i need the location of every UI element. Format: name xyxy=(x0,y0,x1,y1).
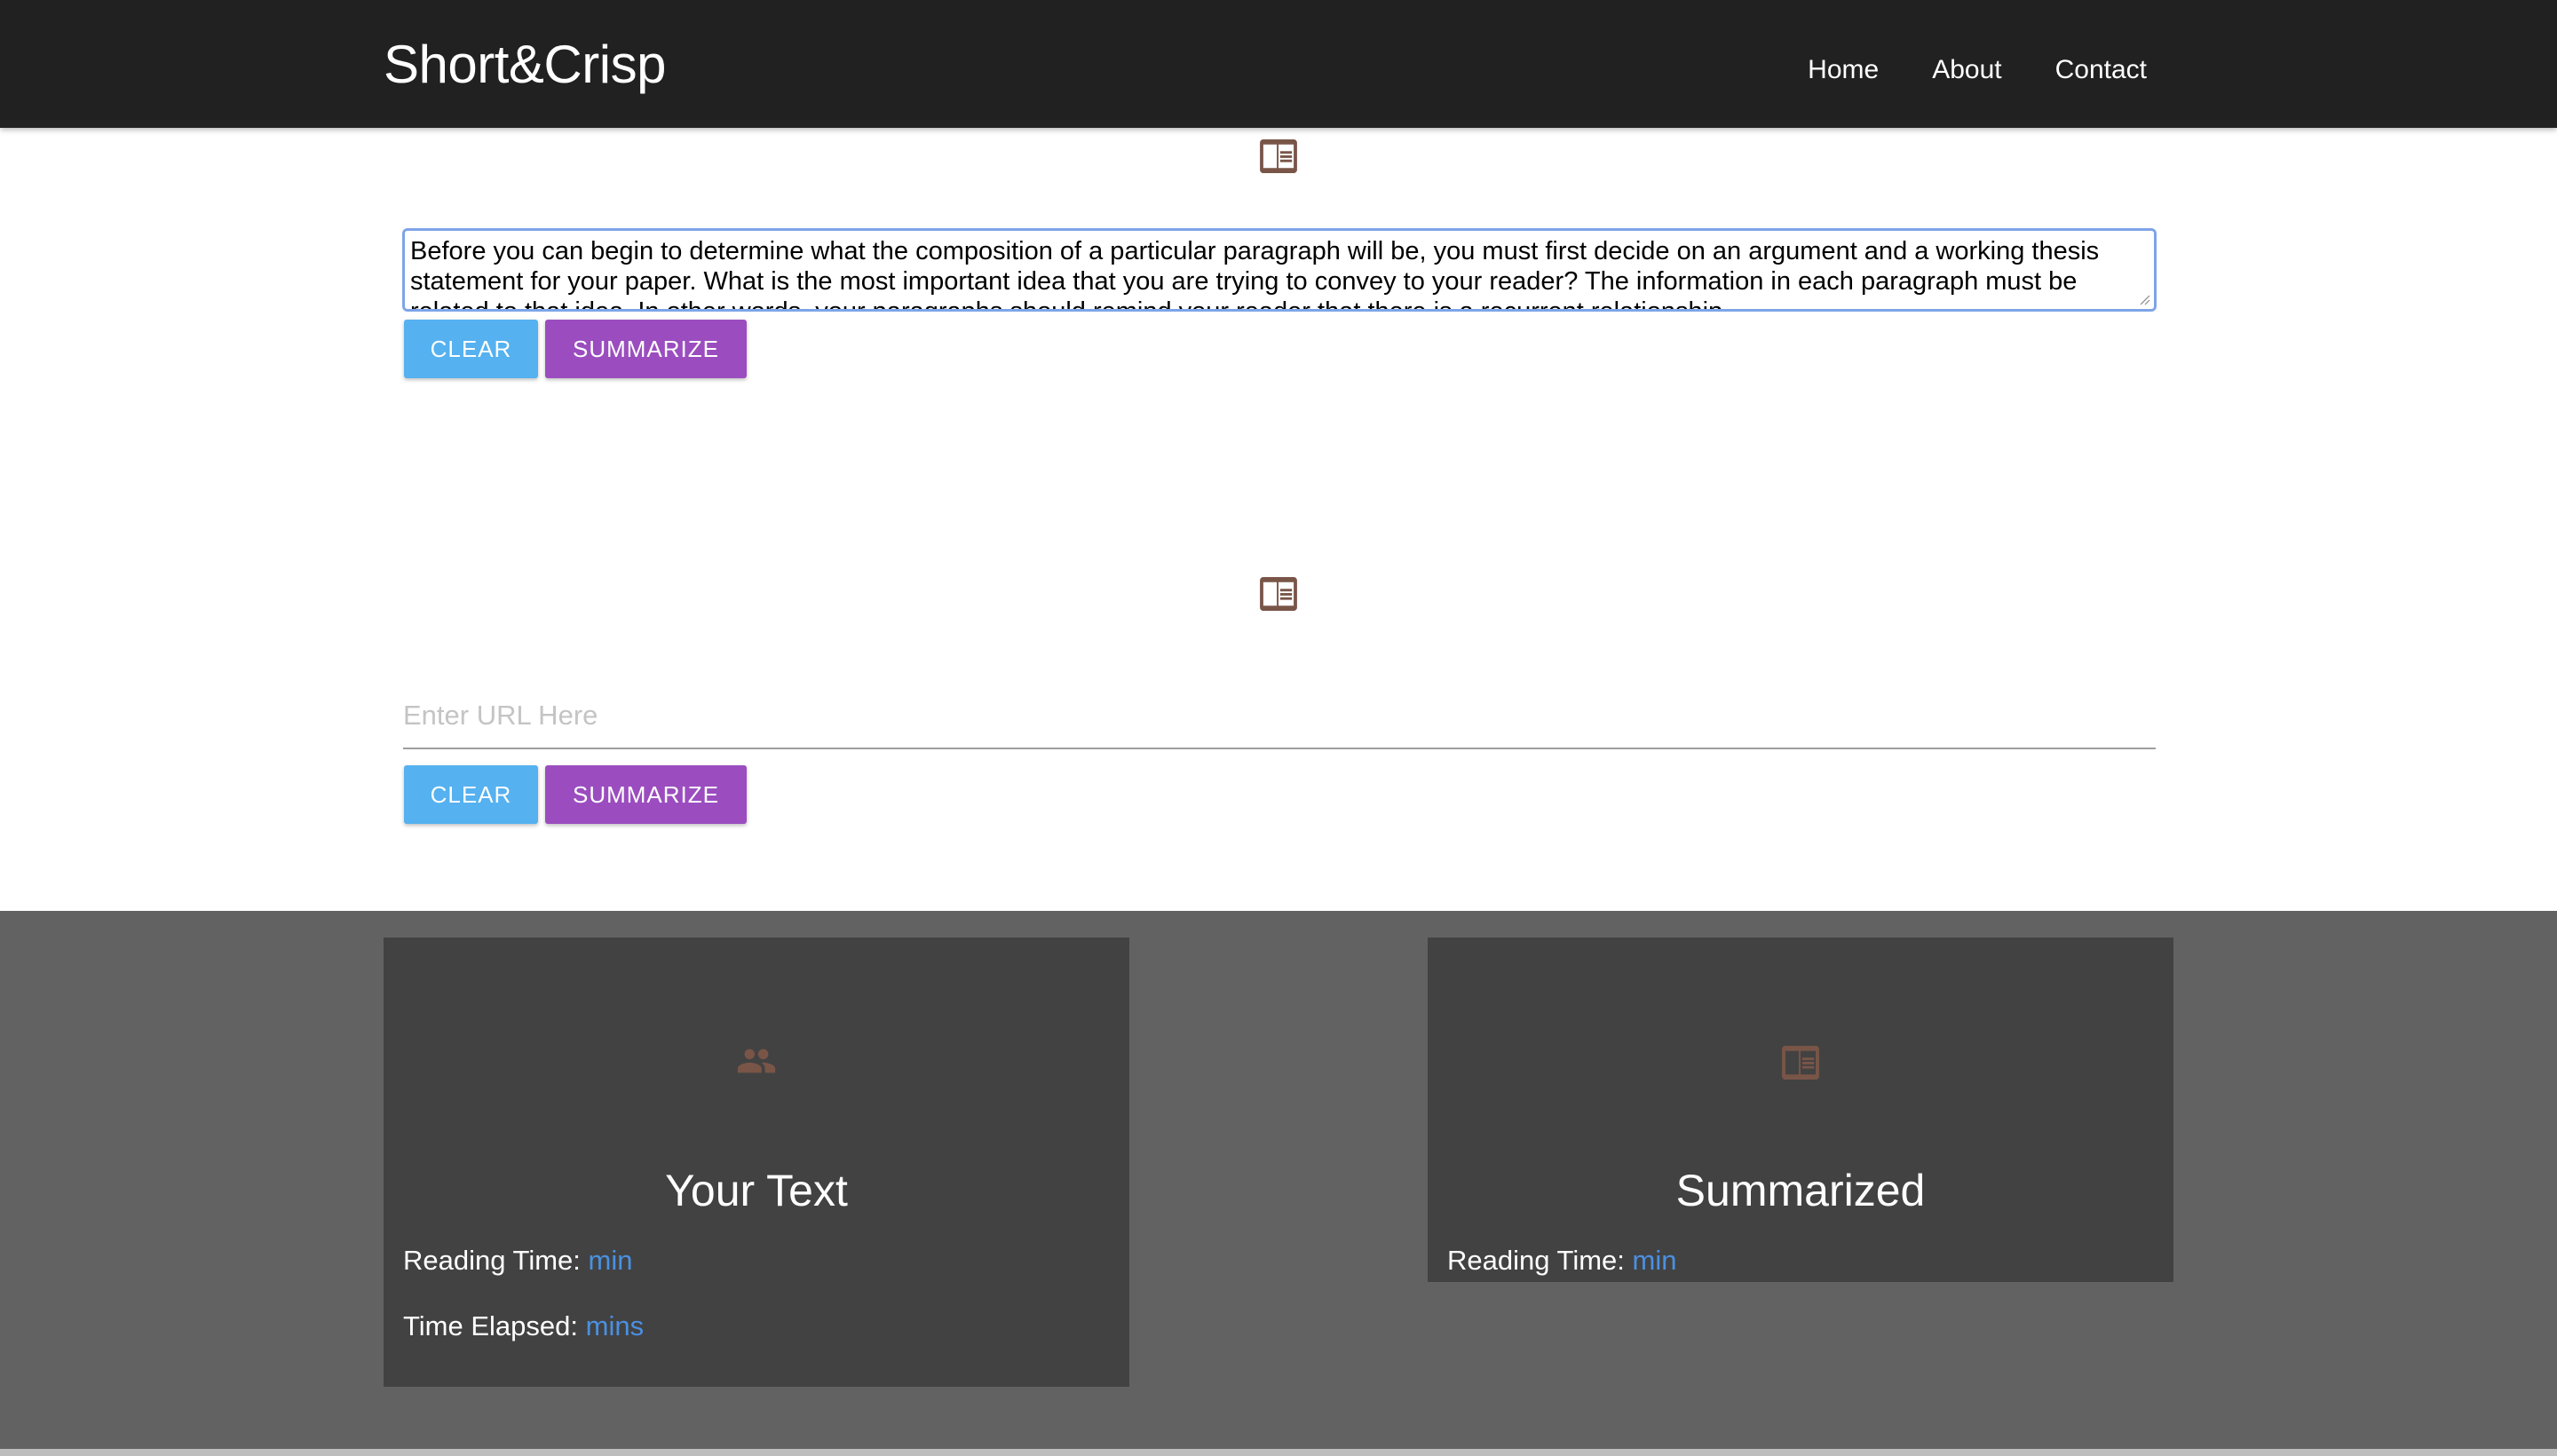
clear-text-button[interactable]: Clear xyxy=(404,320,538,378)
time-elapsed-label: Time Elapsed: xyxy=(403,1310,578,1341)
reading-time-label: Reading Time: xyxy=(403,1245,581,1276)
nav-link-home[interactable]: Home xyxy=(1808,55,1879,85)
nav-link-contact[interactable]: Contact xyxy=(2055,55,2147,85)
stats-section: Your Text Reading Time: min Time Elapsed… xyxy=(0,911,2557,1449)
summarized-title: Summarized xyxy=(1675,1166,1926,1215)
summarized-card: Summarized Reading Time: min xyxy=(1428,938,2173,1282)
brand-logo[interactable]: Short&Crisp xyxy=(384,34,666,95)
nav-link-about[interactable]: About xyxy=(1932,55,2001,85)
footer-strip xyxy=(0,1449,2557,1456)
reading-time-unit: min xyxy=(588,1245,633,1276)
people-icon xyxy=(736,1046,777,1076)
reading-time-unit: min xyxy=(1632,1245,1677,1276)
time-elapsed-stat: Time Elapsed: mins xyxy=(403,1310,644,1342)
chrome-reader-mode-icon xyxy=(1258,139,1299,173)
summarize-text-button[interactable]: Summarize xyxy=(545,320,747,378)
clear-url-button[interactable]: Clear xyxy=(404,765,538,824)
reading-time-label: Reading Time: xyxy=(1447,1245,1625,1276)
text-input[interactable] xyxy=(405,231,2154,309)
reading-time-stat: Reading Time: min xyxy=(403,1245,632,1277)
summarize-url-button[interactable]: Summarize xyxy=(545,765,747,824)
navbar: Short&Crisp Home About Contact xyxy=(0,0,2557,128)
summary-reading-time-stat: Reading Time: min xyxy=(1447,1245,1676,1277)
chrome-reader-mode-icon xyxy=(1258,577,1299,611)
chrome-reader-mode-icon xyxy=(1780,1046,1821,1080)
url-input[interactable] xyxy=(403,684,2156,749)
your-text-card: Your Text Reading Time: min Time Elapsed… xyxy=(384,938,1129,1387)
resize-handle-icon[interactable] xyxy=(2138,293,2150,305)
time-elapsed-unit: mins xyxy=(585,1310,645,1341)
your-text-title: Your Text xyxy=(665,1166,848,1215)
text-input-container xyxy=(402,228,2157,312)
nav-links: Home About Contact xyxy=(1808,55,2147,85)
